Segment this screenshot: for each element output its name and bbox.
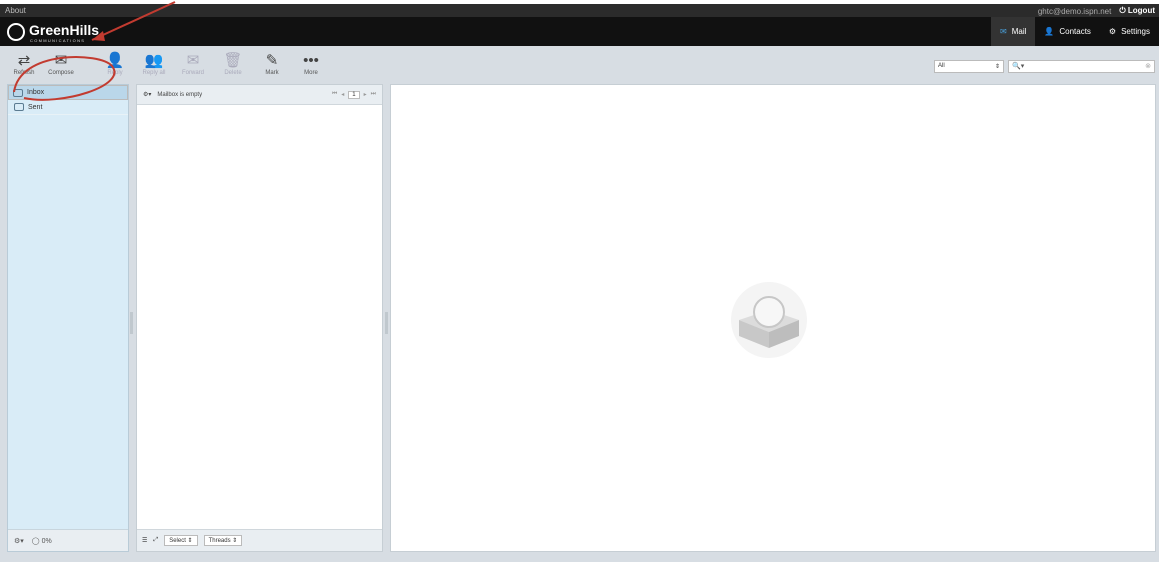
pager: ⏮ ◂ 1 ▸ ⏭ (332, 90, 376, 99)
logout-button[interactable]: ⏻ Logout (1119, 6, 1155, 16)
folder-sent-label: Sent (28, 103, 43, 111)
first-page-icon[interactable]: ⏮ (332, 91, 337, 98)
delete-label: Delete (224, 70, 242, 76)
reply-button[interactable]: 👤 Reply (96, 52, 134, 76)
nav-mail-label: Mail (1011, 27, 1027, 36)
search-icon: 🔍▾ (1012, 63, 1025, 70)
more-button[interactable]: ••• More (292, 52, 330, 76)
clear-icon[interactable]: ⊗ (1145, 62, 1151, 70)
mail-icon: ✉ (1000, 27, 1007, 36)
user-email: ghtc@demo.ispn.net (1037, 6, 1112, 16)
forward-icon: ✉ (186, 52, 200, 69)
message-list-footer: ☰ ⤢ Select ⇕ Threads ⇕ (137, 529, 382, 551)
watermark-icon (731, 282, 807, 358)
list-view-icon[interactable]: ☰ (142, 537, 147, 544)
reply-all-button[interactable]: 👥 Reply all (135, 52, 173, 76)
nav-mail[interactable]: ✉ Mail (991, 17, 1036, 46)
select-label: Select (169, 538, 186, 544)
preview-pane (390, 84, 1156, 552)
more-label: More (304, 70, 318, 76)
mark-label: Mark (265, 70, 279, 76)
logo-icon (7, 23, 25, 41)
brand-subtitle: COMMUNICATIONS (30, 38, 86, 43)
search-input[interactable]: 🔍▾ ⊗ (1008, 60, 1155, 73)
logout-label: Logout (1127, 6, 1155, 15)
thread-toggle-icon[interactable]: ⤢ (153, 537, 158, 544)
refresh-label: Refresh (13, 70, 35, 76)
nav-contacts[interactable]: 👤 Contacts (1035, 17, 1100, 46)
splitter-left[interactable] (130, 312, 133, 334)
reply-label: Reply (107, 70, 123, 76)
compose-icon: ✉ (54, 52, 68, 69)
refresh-button[interactable]: ⇄ Refresh (5, 52, 43, 76)
forward-label: Forward (181, 70, 204, 76)
reply-all-icon: 👥 (144, 52, 164, 69)
folder-settings-icon[interactable]: ⚙▾ (14, 537, 24, 545)
compose-button[interactable]: ✉ Compose (42, 52, 80, 76)
mailbox-status: Mailbox is empty (157, 91, 203, 98)
delete-button[interactable]: 🗑 Delete (214, 52, 252, 76)
sent-icon (14, 103, 24, 111)
about-link[interactable]: About (5, 6, 26, 15)
message-list: ⚙▾ Mailbox is empty ⏮ ◂ 1 ▸ ⏭ ☰ ⤢ Select… (136, 84, 383, 552)
more-icon: ••• (303, 52, 319, 69)
header: GreenHills COMMUNICATIONS ✉ Mail 👤 Conta… (0, 17, 1159, 46)
splitter-right[interactable] (385, 312, 388, 334)
quota-label: 0% (41, 537, 52, 545)
nav-settings-label: Settings (1121, 27, 1150, 36)
folder-footer: ⚙▾ ◯ 0% (8, 529, 128, 551)
forward-button[interactable]: ✉ Forward (174, 52, 212, 76)
brand-name: GreenHills (29, 22, 100, 38)
folder-sent[interactable]: Sent (8, 100, 128, 115)
compose-label: Compose (48, 70, 74, 76)
nav-settings[interactable]: ⚙ Settings (1100, 17, 1159, 46)
folder-list: Inbox Sent ⚙▾ ◯ 0% (7, 84, 129, 552)
threads-label: Threads (208, 538, 231, 544)
pen-icon: ✎ (265, 52, 279, 69)
top-bar: About ghtc@demo.ispn.net ⏻ Logout (0, 4, 1159, 17)
contacts-icon: 👤 (1044, 27, 1055, 36)
page-number[interactable]: 1 (348, 90, 360, 99)
message-list-header: ⚙▾ Mailbox is empty ⏮ ◂ 1 ▸ ⏭ (137, 85, 382, 105)
gear-icon: ⚙ (1108, 27, 1117, 36)
folder-inbox[interactable]: Inbox (8, 85, 128, 100)
list-options-icon[interactable]: ⚙▾ (143, 91, 151, 98)
threads-dropdown[interactable]: Threads ⇕ (203, 535, 243, 546)
quota-indicator: ◯ 0% (31, 537, 52, 545)
last-page-icon[interactable]: ⏭ (371, 91, 376, 98)
nav-contacts-label: Contacts (1059, 27, 1091, 36)
inbox-icon (13, 88, 23, 97)
mark-button[interactable]: ✎ Mark (253, 52, 291, 76)
reply-icon: 👤 (105, 52, 125, 69)
filter-value: All (938, 63, 945, 69)
select-arrows-icon: ⇕ (994, 64, 1000, 70)
folder-inbox-label: Inbox (27, 89, 45, 96)
refresh-icon: ⇄ (17, 52, 31, 69)
trash-icon: 🗑 (223, 52, 243, 69)
prev-page-icon[interactable]: ◂ (341, 91, 344, 98)
select-dropdown[interactable]: Select ⇕ (164, 535, 198, 546)
logo: GreenHills COMMUNICATIONS (6, 21, 138, 44)
next-page-icon[interactable]: ▸ (364, 91, 367, 98)
reply-all-label: Reply all (142, 70, 166, 76)
filter-select[interactable]: All ⇕ (934, 60, 1004, 73)
